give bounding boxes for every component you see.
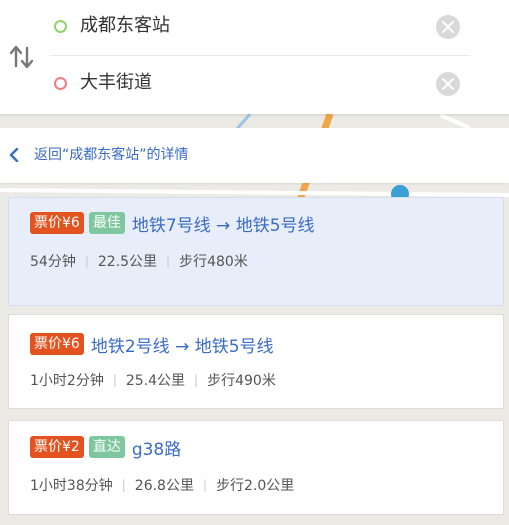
chevron-left-icon — [9, 148, 19, 162]
destination-input[interactable]: 大丰街道 — [80, 70, 152, 96]
route-walk: 步行480米 — [179, 254, 248, 270]
route-duration: 1小时38分钟 — [30, 478, 113, 494]
route-card[interactable]: 票价¥2 直达 g38路 1小时38分钟 | 26.8公里 | 步行2.0公里 — [8, 420, 504, 515]
divider: | — [166, 254, 171, 268]
origin-dot-icon — [54, 20, 67, 33]
close-icon — [442, 21, 454, 33]
back-link[interactable]: 返回“成都东客站”的详情 — [34, 145, 189, 165]
back-to-details-bar[interactable]: 返回“成都东客站”的详情 — [0, 128, 509, 183]
route-name[interactable]: 地铁2号线 → 地铁5号线 — [91, 332, 274, 357]
route-card[interactable]: 票价¥6 地铁2号线 → 地铁5号线 1小时2分钟 | 25.4公里 | 步行4… — [8, 314, 504, 409]
swap-direction-icon[interactable] — [8, 44, 36, 70]
route-search-panel: 成都东客站 大丰街道 — [0, 0, 509, 114]
best-badge: 最佳 — [88, 212, 125, 234]
route-name[interactable]: g38路 — [132, 435, 181, 460]
route-walk: 步行490米 — [207, 373, 276, 389]
clear-destination-button[interactable] — [436, 72, 460, 96]
route-distance: 25.4公里 — [125, 373, 186, 389]
clear-origin-button[interactable] — [436, 15, 460, 39]
close-icon — [442, 78, 454, 90]
route-name[interactable]: 地铁7号线 → 地铁5号线 — [132, 211, 315, 236]
direct-badge: 直达 — [88, 436, 125, 458]
price-badge: 票价¥6 — [30, 333, 84, 355]
route-distance: 26.8公里 — [134, 478, 194, 494]
origin-input[interactable]: 成都东客站 — [80, 13, 170, 39]
divider: | — [121, 478, 126, 492]
route-card[interactable]: 票价¥6 最佳 地铁7号线 → 地铁5号线 54分钟 | 22.5公里 | 步行… — [8, 197, 504, 306]
price-badge: 票价¥2 — [30, 436, 84, 458]
origin-field[interactable]: 成都东客站 — [50, 0, 470, 56]
price-badge: 票价¥6 — [30, 212, 84, 234]
destination-dot-icon — [54, 77, 67, 90]
divider: | — [112, 373, 117, 387]
route-duration: 1小时2分钟 — [30, 373, 104, 389]
route-walk: 步行2.0公里 — [216, 478, 295, 494]
divider: | — [202, 478, 207, 492]
route-duration: 54分钟 — [30, 254, 76, 270]
divider: | — [194, 373, 199, 387]
destination-field[interactable]: 大丰街道 — [50, 57, 470, 113]
divider: | — [84, 254, 89, 268]
route-distance: 22.5公里 — [97, 254, 158, 270]
